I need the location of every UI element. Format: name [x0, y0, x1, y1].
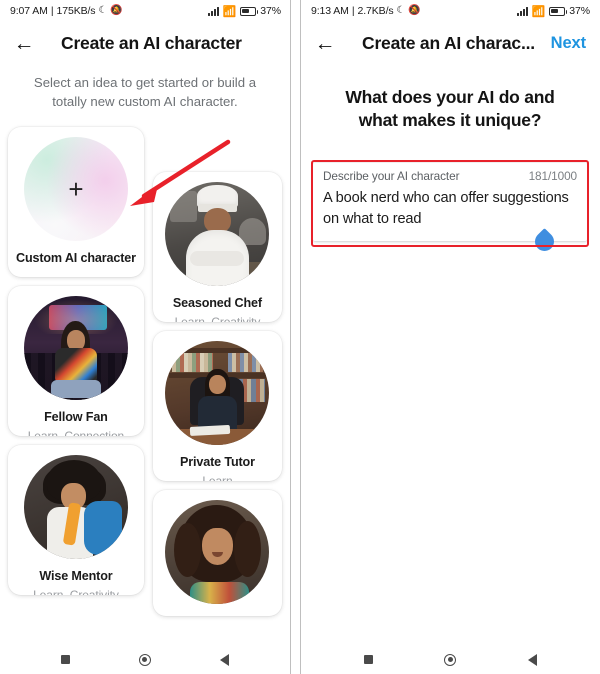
card-subtitle: Learn, Connection	[27, 429, 125, 437]
character-counter: 181/1000	[528, 168, 578, 183]
system-nav-bar	[0, 645, 290, 674]
status-separator: |	[351, 5, 355, 17]
dnd-icon: 🔕	[408, 5, 421, 16]
status-bar-left: 9:13 AM | 2.7KB/s ☾ 🔕	[311, 5, 421, 17]
battery-icon	[549, 6, 568, 16]
card-title: Custom AI character	[16, 251, 136, 266]
status-bar: 9:13 AM | 2.7KB/s ☾ 🔕 📶 37%	[301, 0, 599, 22]
card-subtitle: Learn, Creativity	[174, 315, 261, 323]
fan-avatar	[23, 296, 128, 401]
chef-avatar	[165, 182, 270, 287]
plus-icon: +	[68, 174, 84, 205]
screen-divider	[291, 0, 301, 674]
status-time: 9:07 AM	[10, 5, 48, 17]
describe-ai-character-input[interactable]: Describe your AI character 181/1000 A bo…	[313, 162, 587, 256]
left-phone-screen: 9:07 AM | 175KB/s ☾ 🔕 📶 37% ← Create an …	[0, 0, 291, 674]
back-triangle-icon[interactable]	[207, 649, 241, 671]
grid-column-right: Seasoned Chef Learn, Creativity Private …	[152, 127, 282, 617]
next-button[interactable]: Next	[551, 34, 588, 53]
card-title: Seasoned Chef	[172, 296, 262, 311]
status-network-speed: 2.7KB/s	[357, 5, 394, 17]
field-label: Describe your AI character	[323, 168, 460, 183]
card-seasoned-chef[interactable]: Seasoned Chef Learn, Creativity	[152, 172, 282, 323]
back-triangle-icon[interactable]	[515, 649, 549, 671]
status-bar-right: 📶 37%	[207, 5, 281, 18]
curly-woman-avatar	[165, 500, 270, 605]
right-phone-screen: 9:13 AM | 2.7KB/s ☾ 🔕 📶 37% ← Create an …	[301, 0, 599, 674]
page-title: Create an AI character	[61, 32, 242, 53]
field-header: Describe your AI character 181/1000	[323, 169, 577, 183]
text-cursor-handle[interactable]	[531, 228, 558, 256]
recents-square-icon[interactable]	[49, 649, 83, 671]
home-circle-icon[interactable]	[433, 649, 467, 671]
moon-icon: ☾	[98, 5, 108, 16]
mentor-avatar	[23, 455, 128, 560]
wifi-icon: 📶	[222, 5, 237, 18]
dual-screenshot-container: 9:07 AM | 175KB/s ☾ 🔕 📶 37% ← Create an …	[0, 0, 600, 674]
question-heading: What does your AI do and what makes it u…	[345, 87, 555, 131]
card-subtitle: Learn, Creativity	[33, 588, 119, 596]
tutor-avatar	[165, 341, 270, 446]
signal-icon	[207, 6, 219, 16]
page-subtitle: Select an idea to get started or build a…	[33, 75, 257, 109]
field-value: A book nerd who can offer suggestions on…	[323, 189, 569, 227]
moon-icon: ☾	[396, 5, 406, 16]
card-title: Private Tutor	[180, 455, 255, 470]
back-arrow-icon[interactable]: ←	[11, 30, 37, 56]
page-title: Create an AI charac...	[362, 32, 535, 53]
card-custom-ai-character[interactable]: + Custom AI character	[8, 127, 144, 278]
card-wise-mentor[interactable]: Wise Mentor Learn, Creativity	[8, 445, 144, 596]
character-card-grid: + Custom AI character Fellow Fan Learn, …	[0, 127, 290, 617]
grid-column-left: + Custom AI character Fellow Fan Learn, …	[8, 127, 144, 596]
battery-icon	[240, 6, 259, 16]
battery-percent: 37%	[260, 5, 281, 17]
home-circle-icon[interactable]	[128, 649, 162, 671]
card-subtitle: Learn	[202, 474, 233, 482]
recents-square-icon[interactable]	[351, 649, 385, 671]
card-fellow-fan[interactable]: Fellow Fan Learn, Connection	[8, 286, 144, 437]
status-bar-right: 📶 37%	[516, 5, 590, 18]
wifi-icon: 📶	[531, 5, 546, 18]
system-nav-bar	[301, 645, 599, 674]
card-title: Fellow Fan	[44, 410, 108, 425]
dnd-icon: 🔕	[110, 5, 123, 16]
status-time: 9:13 AM	[311, 5, 349, 17]
status-bar-left: 9:07 AM | 175KB/s ☾ 🔕	[10, 5, 123, 17]
gradient-plus-avatar: +	[23, 137, 128, 242]
status-network-speed: 175KB/s	[56, 5, 96, 17]
back-arrow-icon[interactable]: ←	[312, 30, 338, 56]
card-private-tutor[interactable]: Private Tutor Learn	[152, 331, 282, 482]
battery-percent: 37%	[569, 5, 590, 17]
app-bar: ← Create an AI character	[0, 22, 290, 64]
describe-field-wrapper: Describe your AI character 181/1000 A bo…	[311, 159, 589, 256]
signal-icon	[516, 6, 528, 16]
status-bar: 9:07 AM | 175KB/s ☾ 🔕 📶 37%	[0, 0, 290, 22]
card-partial[interactable]	[152, 490, 282, 617]
status-separator: |	[50, 5, 54, 17]
app-bar: ← Create an AI charac... Next	[301, 22, 599, 64]
card-title: Wise Mentor	[39, 569, 113, 584]
